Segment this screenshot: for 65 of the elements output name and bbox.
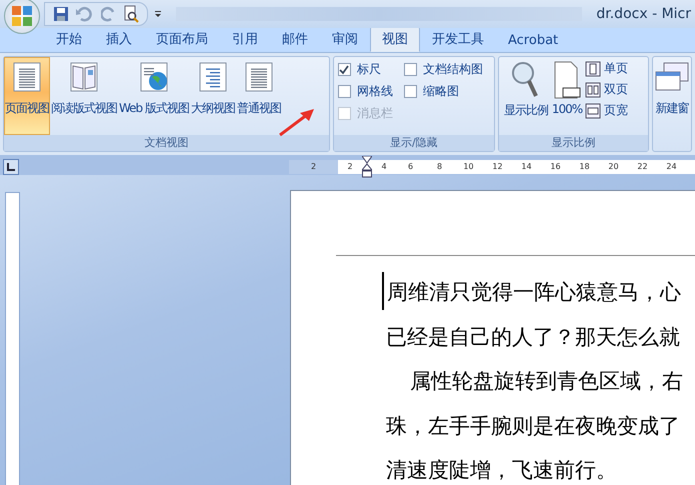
new-window-button[interactable]: 新建窗 — [653, 57, 691, 135]
checkbox[interactable]: 标尺 — [338, 61, 404, 78]
page-layout-icon — [585, 82, 602, 98]
window-title: dr.docx - Micr — [596, 6, 692, 22]
zoom-button[interactable]: 100% — [550, 57, 584, 135]
ruler-number: 24 — [665, 161, 678, 173]
ruler-number: 4 — [380, 161, 388, 173]
group-label: 显示/隐藏 — [334, 135, 494, 151]
view-button[interactable]: 大纲视图 — [190, 57, 236, 135]
document-text: 清速度陡增，飞速前行。 — [386, 457, 617, 484]
ribbon-tab[interactable]: 开始 — [44, 26, 94, 52]
checkbox[interactable]: 缩略图 — [404, 83, 494, 100]
view-button[interactable]: Web 版式视图 — [118, 57, 190, 135]
save-icon[interactable] — [53, 6, 69, 22]
ruler-number: 12 — [491, 161, 504, 173]
document-icon — [11, 62, 43, 92]
document-text: 已经是自己的人了？那天怎么就 — [386, 324, 680, 350]
group-label: 文档视图 — [4, 135, 329, 151]
document-icon — [196, 62, 229, 92]
ruler-number: 2 — [346, 161, 354, 173]
check-icon — [339, 64, 350, 74]
checkbox[interactable]: 文档结构图 — [404, 61, 494, 78]
page-view-button[interactable]: 页宽 — [585, 102, 628, 119]
view-button[interactable]: 普通视图 — [236, 57, 282, 135]
customize-toolbar-icon[interactable] — [154, 10, 162, 18]
office-logo-icon — [9, 3, 35, 29]
tab-selector[interactable] — [3, 159, 19, 175]
ruler-number: 22 — [636, 161, 649, 173]
print-preview-icon[interactable] — [123, 5, 139, 23]
ruler-number: 16 — [549, 161, 562, 173]
ribbon-tab[interactable]: 页面布局 — [144, 26, 220, 52]
indent-marker-icon[interactable] — [362, 156, 372, 178]
ribbon-tab[interactable]: 视图 — [370, 26, 420, 52]
ribbon-tab[interactable]: 开发工具 — [420, 26, 496, 52]
tab-stop-icon — [7, 163, 15, 171]
ruler-number: 2 — [289, 160, 338, 174]
text-cursor — [382, 272, 384, 310]
document-icon — [138, 62, 170, 92]
ribbon-tab[interactable]: 审阅 — [320, 26, 370, 52]
document-text: 属性轮盘旋转到青色区域，右 — [410, 368, 683, 395]
view-button[interactable]: 阅读版式视图 — [50, 57, 118, 135]
ruler-number: 10 — [462, 161, 475, 173]
document-icon — [68, 62, 100, 92]
checkbox[interactable]: 网格线 — [338, 83, 404, 100]
document-icon — [242, 62, 275, 92]
page-icon — [552, 60, 582, 100]
ribbon-tab[interactable]: 邮件 — [270, 26, 320, 52]
zoom-button[interactable]: 显示比例 — [502, 57, 549, 135]
page-layout-icon — [585, 102, 602, 118]
ruler-number: 8 — [436, 161, 444, 173]
ribbon-tab[interactable]: 引用 — [220, 26, 270, 52]
group-label: 显示比例 — [498, 135, 648, 151]
ruler-number: 20 — [607, 161, 620, 173]
ribbon-tab[interactable]: 插入 — [94, 26, 144, 52]
ruler-number: 18 — [578, 161, 591, 173]
page-view-button[interactable]: 双页 — [585, 81, 628, 98]
page-layout-icon — [585, 60, 602, 76]
view-button[interactable]: 页面视图 — [4, 57, 50, 135]
ribbon-tab[interactable]: Acrobat — [496, 29, 570, 52]
ruler-number: 14 — [520, 161, 533, 173]
document-text: 珠，左手手腕则是在夜晚变成了 — [386, 412, 680, 440]
page-view-button[interactable]: 单页 — [585, 60, 628, 77]
office-button[interactable] — [4, 0, 40, 34]
ruler-number: 6 — [406, 161, 414, 173]
document-text: 周维清只觉得一阵心猿意马，心 — [387, 279, 681, 306]
